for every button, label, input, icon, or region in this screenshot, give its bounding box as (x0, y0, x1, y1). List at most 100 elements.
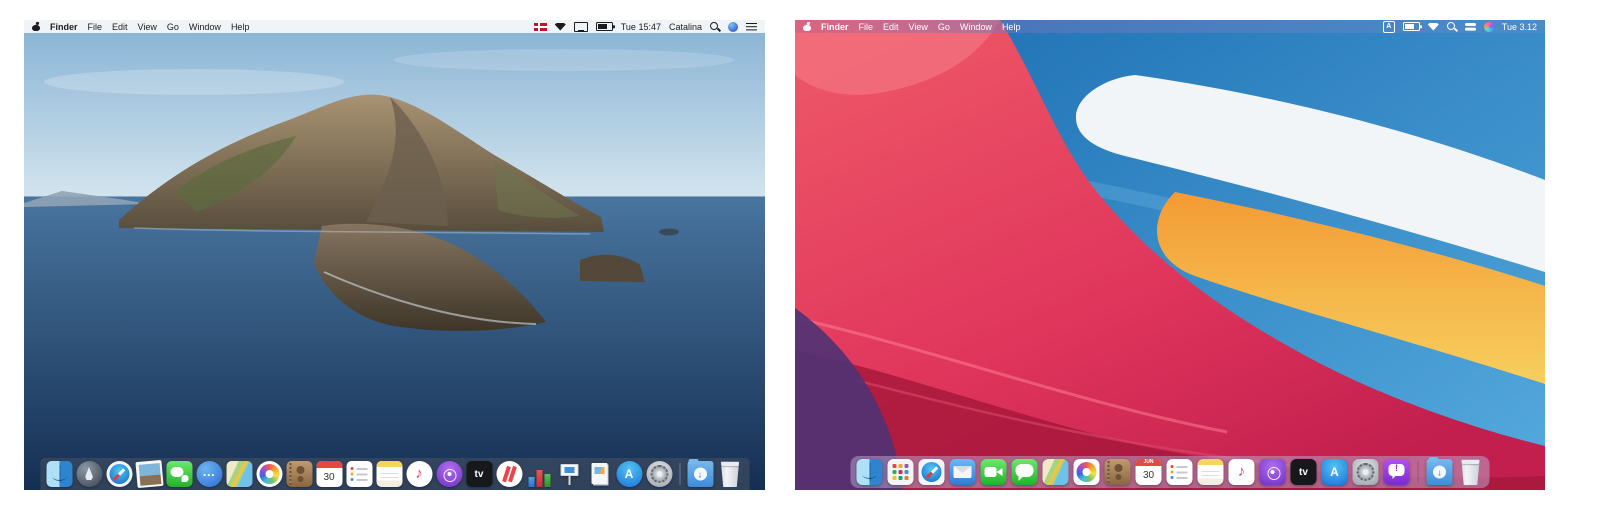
photo-print-dock-icon[interactable] (134, 459, 164, 489)
system-preferences-dock-icon[interactable] (1352, 459, 1379, 485)
app-store-glyph: A (1330, 465, 1339, 479)
messages-dock-icon[interactable] (1011, 459, 1038, 485)
messages-legacy-dock-icon[interactable] (166, 461, 192, 487)
system-preferences-dock-icon[interactable] (646, 461, 672, 487)
menu-item-file[interactable]: File (88, 22, 103, 32)
menu-item-finder[interactable]: Finder (50, 22, 78, 32)
catalina-island-wallpaper (24, 20, 765, 490)
calendar-dock-icon[interactable]: 30 (316, 461, 342, 487)
catalina-app-menus: Finder File Edit View Go Window Help (50, 22, 249, 32)
app-store-dock-icon[interactable]: A (616, 461, 642, 487)
reminders-dock-icon[interactable] (1166, 459, 1193, 485)
apple-menu-icon[interactable] (32, 22, 40, 31)
contacts-dock-icon[interactable] (286, 461, 312, 487)
control-center-icon[interactable] (1464, 22, 1476, 31)
facetime-dock-icon[interactable] (980, 459, 1007, 485)
catalina-menu-bar: Finder File Edit View Go Window Help Tue 15:47… (24, 20, 765, 33)
music-dock-icon[interactable]: ♪ (406, 461, 432, 487)
menu-item-edit[interactable]: Edit (112, 22, 128, 32)
trash-dock-icon[interactable] (1461, 459, 1480, 485)
pages-dock-icon[interactable] (586, 461, 612, 487)
photos-dock-icon[interactable] (1073, 459, 1100, 485)
reminders-dock-icon[interactable] (346, 461, 372, 487)
calendar-glyph: 30 (1142, 469, 1155, 481)
notification-center-icon[interactable] (746, 22, 757, 31)
calendar-glyph: 30 (323, 471, 335, 483)
clock[interactable]: Tue 3.12 (1502, 22, 1537, 32)
tv-dock-icon[interactable]: tv (1290, 459, 1317, 485)
safari-dock-icon[interactable] (106, 461, 132, 487)
big-sur-app-menus: Finder File Edit View Go Window Help (821, 22, 1020, 32)
apple-menu-icon[interactable] (803, 22, 811, 31)
app-store-dock-icon[interactable]: A (1321, 459, 1348, 485)
downloads-glyph: ↓ (693, 467, 707, 481)
menu-item-edit[interactable]: Edit (883, 22, 899, 32)
music-glyph: ♪ (415, 465, 423, 482)
spotlight-icon[interactable] (1446, 21, 1457, 32)
battery-icon[interactable] (595, 22, 613, 31)
feedback-assistant-glyph: ! (1395, 463, 1398, 473)
menu-item-window[interactable]: Window (189, 22, 221, 32)
big-sur-dock: JUN 30 ♪ tv A! ↓ (850, 456, 1490, 488)
clock[interactable]: Tue 15:47 (621, 22, 661, 32)
music-dock-icon[interactable]: ♪ (1228, 459, 1255, 485)
menu-item-go[interactable]: Go (167, 22, 179, 32)
menu-item-view[interactable]: View (909, 22, 928, 32)
notes-dock-icon[interactable] (376, 461, 402, 487)
launchpad-dock-icon[interactable] (887, 459, 914, 485)
catalina-dock: … 30 ♪ tv A ↓ (40, 458, 749, 490)
menu-item-file[interactable]: File (859, 22, 874, 32)
spotlight-icon[interactable] (710, 21, 720, 32)
siri-icon[interactable] (728, 21, 738, 32)
trash-dock-icon[interactable] (720, 461, 740, 487)
music-glyph: ♪ (1237, 463, 1246, 480)
menu-item-window[interactable]: Window (960, 22, 992, 32)
finder-dock-icon[interactable] (46, 461, 72, 487)
launchpad-dock-icon[interactable] (76, 461, 102, 487)
feedback-assistant-dock-icon[interactable]: ! (1383, 459, 1410, 485)
menu-item-help[interactable]: Help (231, 22, 250, 32)
downloads-dock-icon[interactable]: ↓ (1426, 456, 1453, 485)
numbers-dock-icon[interactable] (526, 461, 552, 487)
notes-dock-icon[interactable] (1197, 459, 1224, 485)
catalina-status-area: Tue 15:47 Catalina (533, 21, 757, 32)
mail-dock-icon[interactable] (949, 459, 976, 485)
podcasts-dock-icon[interactable] (1259, 459, 1286, 485)
big-sur-desktop: Finder File Edit View Go Window Help A Tue 3.12… (795, 20, 1545, 490)
maps-dock-icon[interactable] (226, 461, 252, 487)
maps-dock-icon[interactable] (1042, 459, 1069, 485)
tv-dock-icon[interactable]: tv (466, 461, 492, 487)
safari-dock-icon[interactable] (918, 459, 945, 485)
big-sur-status-area: A Tue 3.12 (1382, 20, 1537, 33)
app-store-glyph: A (624, 467, 634, 481)
tv-glyph: tv (474, 468, 484, 480)
photos-dock-icon[interactable] (256, 461, 282, 487)
podcasts-dock-icon[interactable] (436, 461, 462, 487)
big-sur-menu-bar: Finder File Edit View Go Window Help A Tue 3.12 (795, 20, 1545, 33)
menu-item-view[interactable]: View (138, 22, 157, 32)
input-source-icon[interactable]: A (1382, 20, 1395, 33)
username[interactable]: Catalina (669, 22, 702, 32)
screen-mirroring-icon[interactable] (573, 21, 588, 32)
catalina-desktop: Finder File Edit View Go Window Help Tue 15:47… (24, 20, 765, 490)
comparison-canvas: Finder File Edit View Go Window Help Tue 15:47… (0, 0, 1600, 524)
contacts-dock-icon[interactable] (1104, 459, 1131, 485)
wifi-icon[interactable] (554, 22, 566, 31)
dock-separator (679, 463, 680, 485)
downloads-dock-icon[interactable]: ↓ (687, 458, 713, 487)
battery-icon[interactable] (1402, 22, 1420, 31)
menu-item-help[interactable]: Help (1002, 22, 1021, 32)
flag-denmark-icon[interactable] (533, 22, 547, 31)
tv-glyph: tv (1299, 466, 1308, 478)
menu-item-finder[interactable]: Finder (821, 22, 849, 32)
menu-item-go[interactable]: Go (938, 22, 950, 32)
chat-glyph: … (202, 464, 216, 479)
news-dock-icon[interactable] (496, 461, 522, 487)
finder-dock-icon[interactable] (856, 459, 883, 485)
dock-separator (1417, 461, 1419, 483)
wifi-icon[interactable] (1427, 22, 1439, 31)
keynote-dock-icon[interactable] (556, 461, 582, 487)
siri-icon[interactable] (1483, 21, 1494, 32)
chat-dock-icon[interactable]: … (196, 461, 222, 487)
calendar-dock-icon[interactable]: JUN 30 (1135, 459, 1162, 485)
